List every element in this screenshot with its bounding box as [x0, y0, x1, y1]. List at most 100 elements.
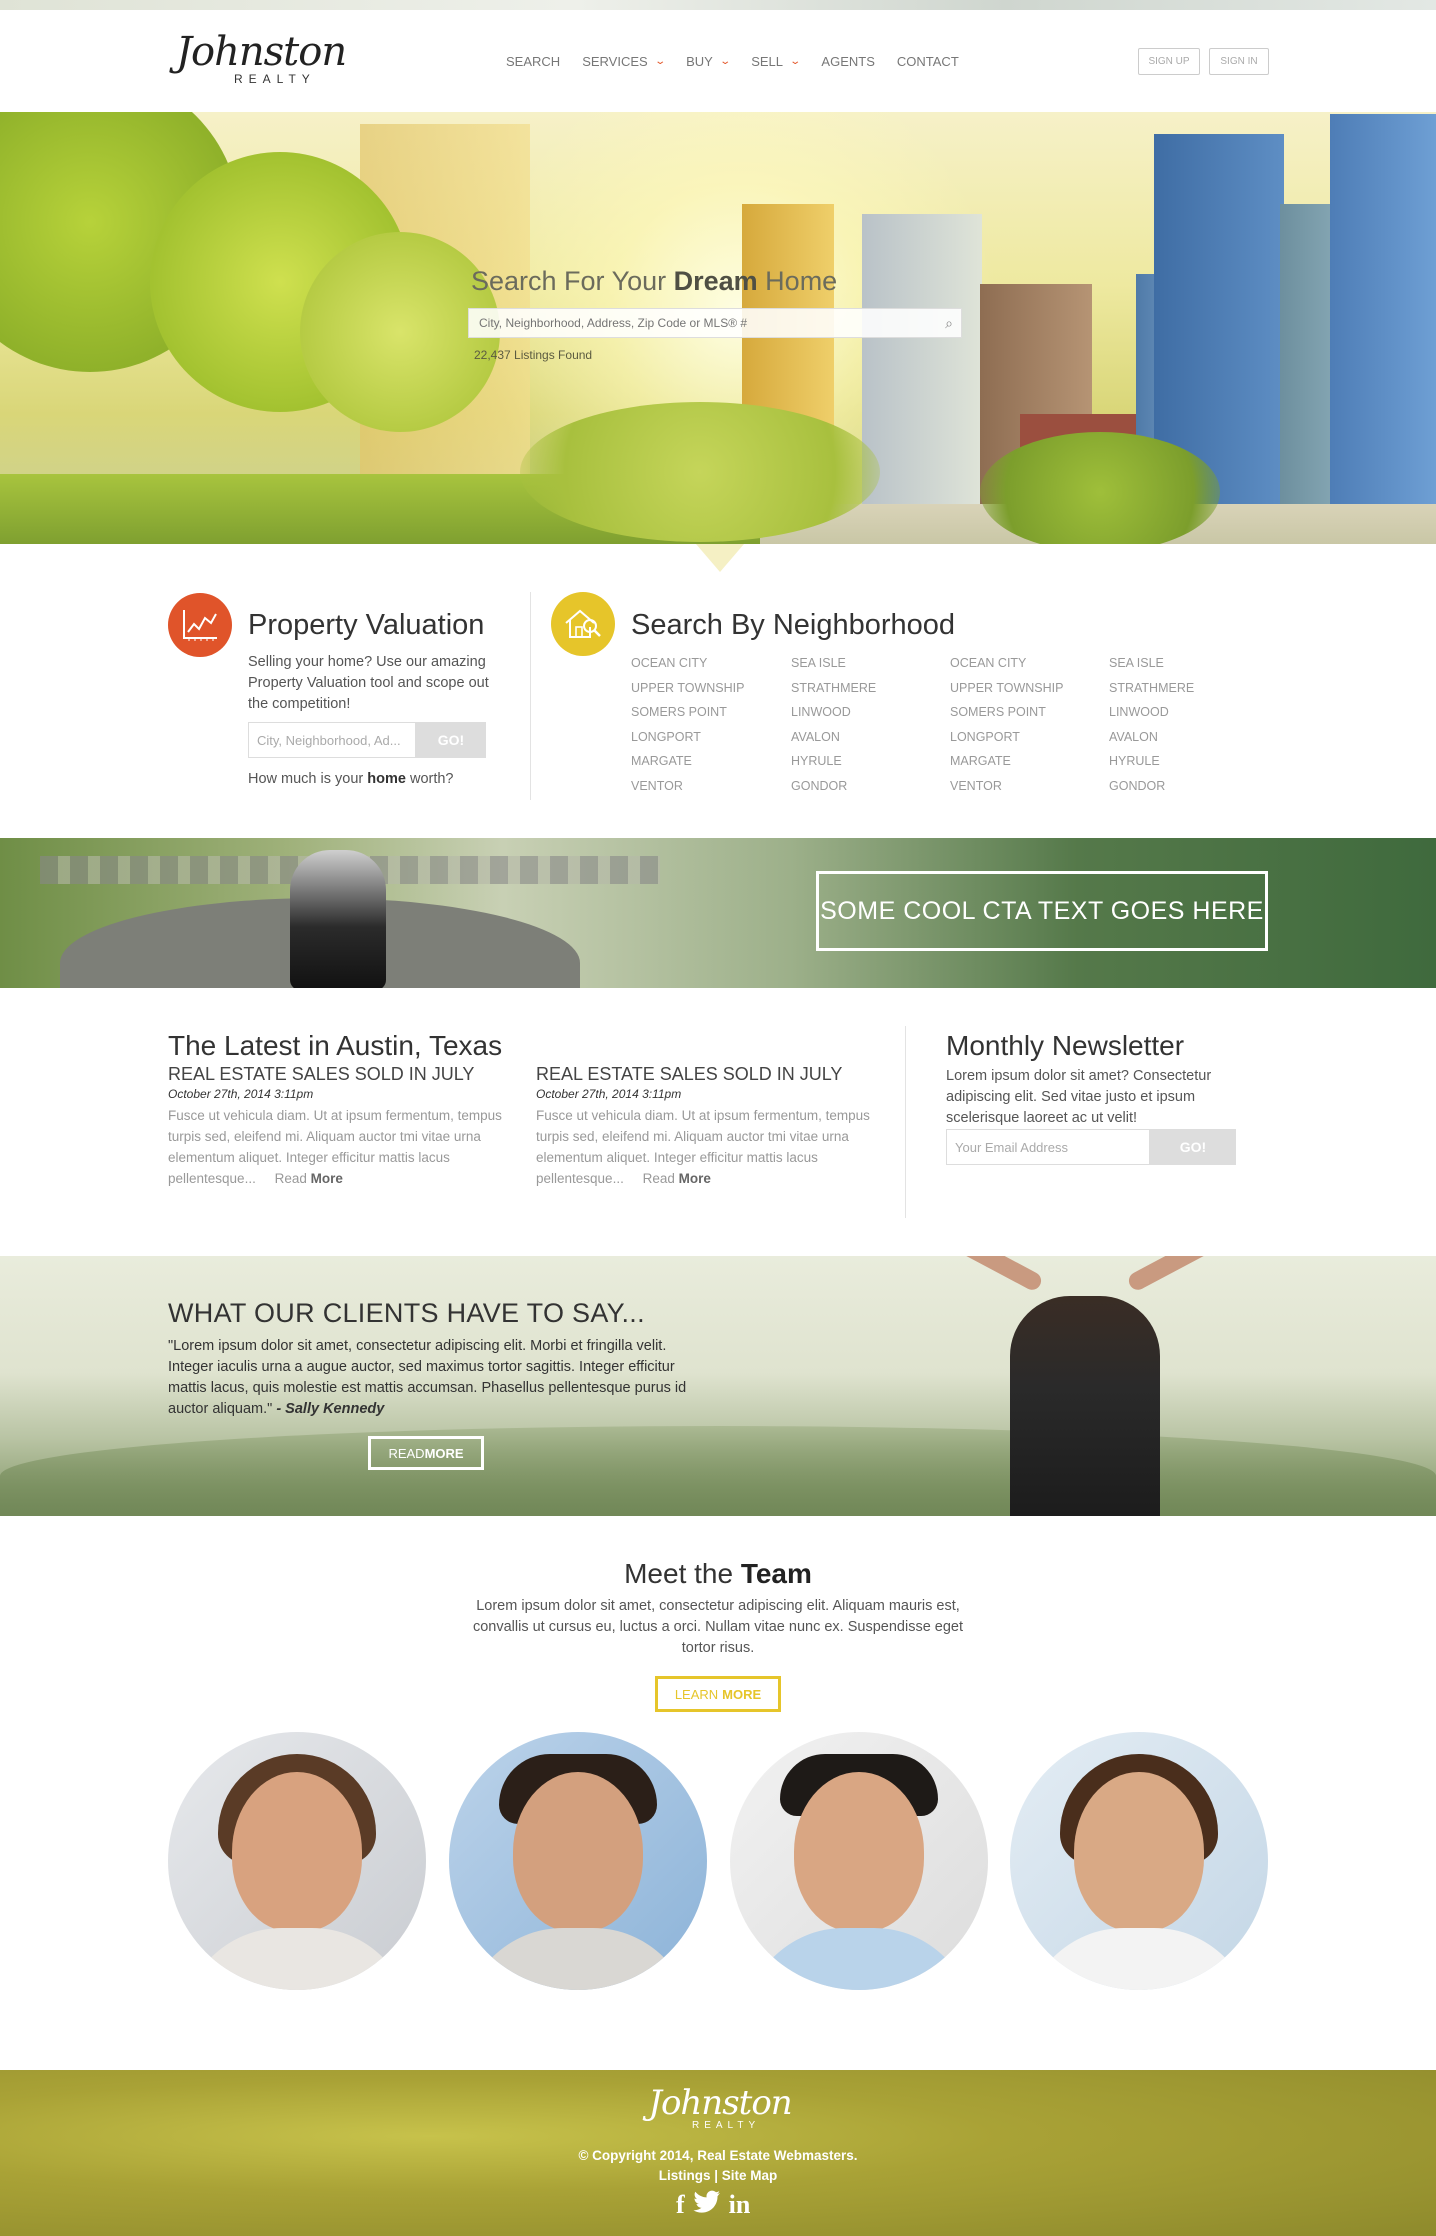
neighborhood-link[interactable]: STRATHMERE: [1109, 676, 1194, 701]
nav-services[interactable]: SERVICES ⌄: [582, 54, 666, 69]
building: [1330, 114, 1436, 504]
avatar[interactable]: [730, 1732, 988, 1990]
site-header: Johnston REALTY SEARCH SERVICES ⌄ BUY ⌄ SE…: [0, 10, 1436, 112]
testimonials-title: WHAT OUR CLIENTS HAVE TO SAY...: [168, 1298, 645, 1328]
news-post: REAL ESTATE SALES SOLD IN JULY October 2…: [536, 1064, 876, 1189]
post-heading[interactable]: REAL ESTATE SALES SOLD IN JULY: [168, 1064, 508, 1085]
post-date: October 27th, 2014 3:11pm: [168, 1087, 314, 1101]
read-more-link[interactable]: Read More: [275, 1171, 343, 1186]
neighborhood-link[interactable]: SOMERS POINT: [631, 700, 744, 725]
chevron-down-icon: ⌄: [654, 56, 666, 67]
search-icon[interactable]: ⌕: [945, 315, 953, 332]
testimonial-quote: "Lorem ipsum dolor sit amet, consectetur…: [168, 1338, 687, 1417]
neighborhood-link[interactable]: STRATHMERE: [791, 676, 876, 701]
woman-image: [1010, 1296, 1160, 1516]
footer-logo[interactable]: Johnston REALTY: [640, 2084, 800, 2134]
neighborhood-link[interactable]: LONGPORT: [631, 725, 744, 750]
hero-search-input[interactable]: [469, 309, 909, 337]
neighborhood-link[interactable]: LONGPORT: [950, 725, 1063, 750]
testimonials-read-more-button[interactable]: READ MORE: [368, 1436, 484, 1470]
neighborhood-link[interactable]: MARGATE: [950, 749, 1063, 774]
neighborhood-link[interactable]: SEA ISLE: [1109, 651, 1194, 676]
site-footer: Johnston REALTY © Copyright 2014, Real E…: [0, 2070, 1436, 2236]
neighborhood-link[interactable]: UPPER TOWNSHIP: [631, 676, 744, 701]
house-search-icon: [551, 592, 615, 656]
valuation-input[interactable]: City, Neighborhood, Ad...: [248, 722, 416, 758]
social-links: f in: [676, 2190, 750, 2221]
testimonial-author: - Sally Kennedy: [272, 1401, 385, 1417]
linkedin-icon[interactable]: in: [729, 2190, 751, 2221]
newsletter-email-input[interactable]: Your Email Address: [946, 1129, 1150, 1165]
post-date: October 27th, 2014 3:11pm: [536, 1087, 682, 1101]
nav-buy[interactable]: BUY ⌄: [686, 54, 731, 69]
neighborhood-link[interactable]: AVALON: [1109, 725, 1194, 750]
newsletter-title: Monthly Newsletter: [946, 1030, 1185, 1061]
top-strip: [0, 0, 1436, 10]
neighborhood-link[interactable]: HYRULE: [791, 749, 876, 774]
neighborhood-link[interactable]: UPPER TOWNSHIP: [950, 676, 1063, 701]
neighborhood-link[interactable]: HYRULE: [1109, 749, 1194, 774]
read-more-link[interactable]: Read More: [643, 1171, 711, 1186]
footer-logo-sub: REALTY: [692, 2120, 761, 2131]
avatar[interactable]: [1010, 1732, 1268, 1990]
neighborhood-link[interactable]: MARGATE: [631, 749, 744, 774]
nav-label: SELL: [751, 54, 784, 69]
newsletter-description: Lorem ipsum dolor sit amet? Consectetur …: [946, 1068, 1212, 1126]
nav-label: SERVICES: [582, 54, 648, 69]
logo-sub: REALTY: [234, 72, 316, 86]
nav-contact[interactable]: CONTACT: [897, 54, 959, 69]
tree: [980, 432, 1220, 544]
chevron-down-icon: ⌄: [789, 56, 802, 67]
twitter-icon[interactable]: [692, 2190, 721, 2221]
nav-agents[interactable]: AGENTS: [821, 54, 874, 69]
neighborhood-column: SEA ISLE STRATHMERE LINWOOD AVALON HYRUL…: [791, 651, 876, 798]
hero-banner: Search For Your Dream Home ⌕ 22,437 List…: [0, 112, 1436, 544]
avatar[interactable]: [168, 1732, 426, 1990]
woman-arm-image: [1125, 1256, 1302, 1293]
neighborhood-link[interactable]: SEA ISLE: [791, 651, 876, 676]
logo[interactable]: Johnston REALTY: [176, 30, 347, 90]
team-title: Meet the Team: [624, 1558, 812, 1589]
neighborhood-link[interactable]: AVALON: [791, 725, 876, 750]
valuation-go-button[interactable]: GO!: [416, 722, 486, 758]
neighborhood-link[interactable]: VENTOR: [950, 774, 1063, 799]
valuation-description: Selling your home? Use our amazing Prope…: [248, 654, 489, 712]
listings-count: 22,437 Listings Found: [474, 348, 593, 362]
signup-button[interactable]: SIGN UP: [1138, 48, 1200, 75]
neighborhood-link[interactable]: LINWOOD: [791, 700, 876, 725]
neighborhood-link[interactable]: GONDOR: [791, 774, 876, 799]
neighborhood-link[interactable]: OCEAN CITY: [950, 651, 1063, 676]
post-body: Fusce ut vehicula diam. Ut at ipsum ferm…: [168, 1108, 502, 1186]
cta-button[interactable]: SOME COOL CTA TEXT GOES HERE: [816, 871, 1268, 951]
neighborhood-link[interactable]: GONDOR: [1109, 774, 1194, 799]
valuation-worth-text: How much is your home worth?: [248, 771, 454, 787]
avatar[interactable]: [449, 1732, 707, 1990]
nav-search[interactable]: SEARCH: [506, 54, 560, 69]
hero-pointer: [696, 544, 744, 572]
team-description: Lorem ipsum dolor sit amet, consectetur …: [472, 1598, 964, 1656]
neighborhood-column: OCEAN CITY UPPER TOWNSHIP SOMERS POINT L…: [950, 651, 1063, 798]
neighborhood-link[interactable]: VENTOR: [631, 774, 744, 799]
nav-label: SEARCH: [506, 54, 561, 69]
neighborhood-link[interactable]: OCEAN CITY: [631, 651, 744, 676]
newsletter-go-button[interactable]: GO!: [1150, 1129, 1236, 1165]
footer-links[interactable]: Listings | Site Map: [0, 2168, 1436, 2183]
post-heading[interactable]: REAL ESTATE SALES SOLD IN JULY: [536, 1064, 876, 1085]
team-learn-more-button[interactable]: LEARN MORE: [655, 1676, 781, 1712]
signin-button[interactable]: SIGN IN: [1209, 48, 1269, 75]
neighborhood-link[interactable]: LINWOOD: [1109, 700, 1194, 725]
nav-label: CONTACT: [896, 54, 959, 69]
chevron-down-icon: ⌄: [719, 56, 731, 67]
footer-logo-script: Johnston: [648, 2083, 792, 2123]
nav-label: AGENTS: [821, 54, 875, 69]
nav-sell[interactable]: SELL ⌄: [751, 54, 802, 69]
woman-arm-image: [841, 1256, 1045, 1293]
building: [862, 214, 982, 504]
neighborhood-column: OCEAN CITY UPPER TOWNSHIP SOMERS POINT L…: [631, 651, 744, 798]
copyright-text: © Copyright 2014, Real Estate Webmasters…: [578, 2148, 858, 2163]
divider: [530, 592, 531, 800]
facebook-icon[interactable]: f: [676, 2190, 685, 2221]
neighborhood-link[interactable]: SOMERS POINT: [950, 700, 1063, 725]
tree: [520, 402, 880, 542]
hills-image: [0, 1426, 1436, 1516]
